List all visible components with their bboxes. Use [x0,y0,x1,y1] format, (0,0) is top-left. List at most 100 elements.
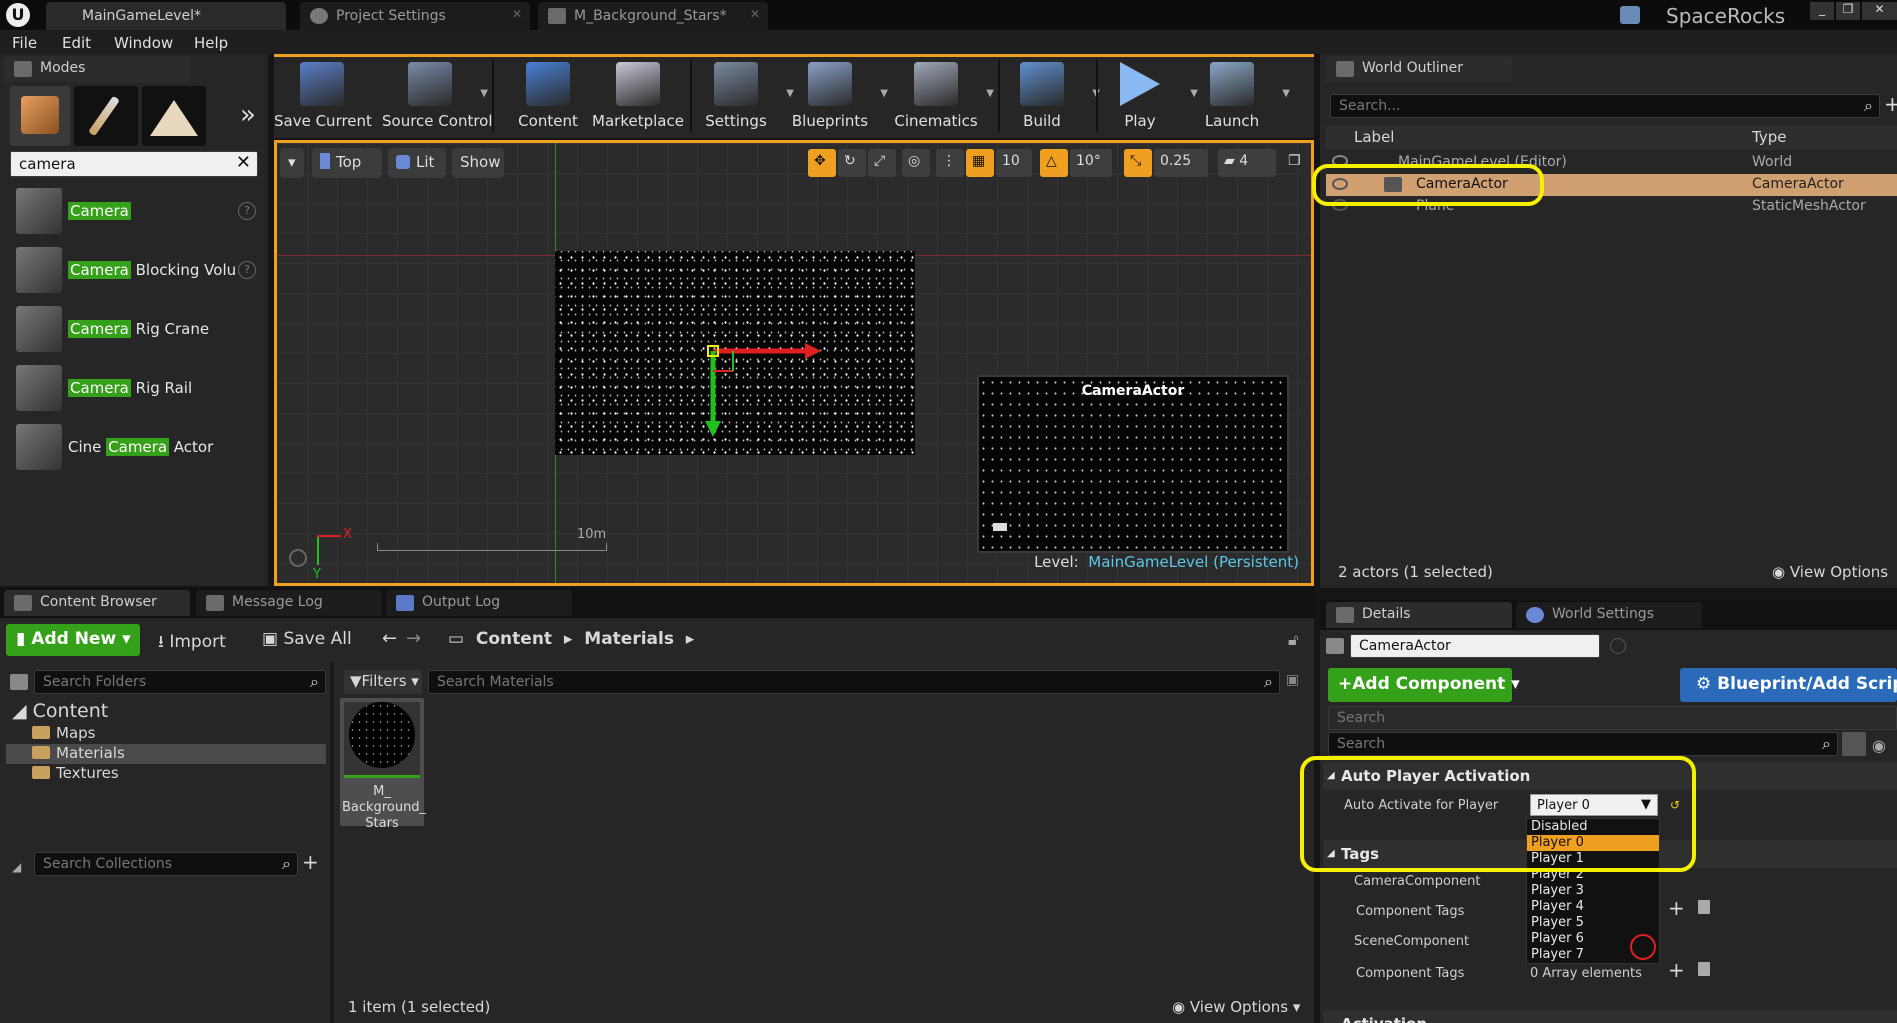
maximize-button[interactable]: ❐ [1836,2,1860,20]
modes-search-input[interactable]: camera ✕ [10,151,258,177]
rotate-tool-button[interactable]: ↻ [838,149,866,177]
add-actor-icon[interactable]: + [1884,92,1897,116]
tab-material[interactable]: M_Background_Stars* ✕ [538,2,768,30]
more-modes-icon[interactable]: » [240,100,256,130]
scale-snap-toggle[interactable]: ⤡ [1124,149,1152,177]
grid-snap-toggle[interactable]: ▦ [966,149,994,177]
component-search-input[interactable]: Search [1328,706,1897,730]
search-materials-input[interactable]: Search Materials ⌕ [428,670,1280,694]
trash-icon[interactable] [1698,900,1710,914]
tab-details[interactable]: Details [1326,602,1512,628]
details-view-options-icon[interactable]: ◉ [1872,736,1886,755]
save-search-icon[interactable]: ▣ [1286,672,1299,688]
add-element-icon[interactable]: + [1668,896,1685,920]
build-button[interactable]: Build▼ [994,58,1100,134]
surface-snap-button[interactable]: ⋮ [936,149,964,177]
search-collections-input[interactable]: Search Collections ⌕ [34,852,298,876]
outliner-search-input[interactable]: Search... ⌕ [1330,94,1880,118]
minimize-button[interactable]: _ [1810,2,1834,20]
tab-world-outliner[interactable]: World Outliner [1326,56,1512,82]
chevron-down-icon[interactable]: ▼ [480,88,488,99]
chevron-down-icon[interactable]: ▼ [880,88,888,99]
close-icon[interactable]: ✕ [512,7,522,21]
landscape-mode-button[interactable] [142,86,206,146]
chevron-down-icon[interactable]: ▼ [986,88,994,99]
blueprints-button[interactable]: Blueprints ▼ [782,58,888,134]
camera-speed-button[interactable]: ▰ 4 [1218,149,1276,177]
history-forward-icon[interactable]: → [406,628,421,649]
scale-snap-value[interactable]: 0.25 [1154,149,1208,177]
asset-tile[interactable]: M_ Background_ Stars [340,698,426,831]
mode-item-cine-camera-actor[interactable]: Cine Camera Actor [12,424,262,480]
launch-button[interactable]: Launch ▼ [1184,58,1290,134]
scale-tool-button[interactable]: ⤢ [868,149,896,177]
menu-file[interactable]: File [12,34,37,52]
property-matrix-icon[interactable] [1842,732,1866,756]
translate-tool-button[interactable]: ✥ [808,149,836,177]
splitter[interactable] [330,662,334,1023]
close-icon[interactable]: ✕ [750,7,760,21]
paint-mode-button[interactable] [74,86,138,146]
sources-toggle-icon[interactable] [10,674,28,690]
dropdown-option[interactable]: Player 3 [1527,883,1659,899]
details-search-input[interactable]: Search ⌕ [1328,732,1838,756]
rotation-snap-toggle[interactable]: △ [1040,149,1068,177]
settings-button[interactable]: Settings ▼ [688,58,794,134]
tab-main-level[interactable]: MainGameLevel* [46,2,286,30]
menu-window[interactable]: Window [114,34,173,52]
world-space-button[interactable]: ◎ [902,149,930,177]
content-view-options[interactable]: ◉ View Options ▾ [1172,998,1300,1016]
help-icon[interactable]: ? [238,261,256,279]
maximize-viewport-button[interactable]: ❐ [1282,149,1306,177]
mode-item-camera-rig-rail[interactable]: Camera Rig Rail [12,365,262,421]
lock-icon[interactable]: 🔓︎ [1288,630,1298,650]
actor-help-icon[interactable] [1610,638,1626,654]
mode-item-camera-blocking-volume[interactable]: Camera Blocking Volu ? [12,247,262,303]
save-current-button[interactable]: Save Current [274,58,372,134]
feedback-icon[interactable] [1620,6,1640,24]
add-collection-icon[interactable]: + [302,850,319,874]
save-all-button[interactable]: ▣ Save All [262,629,352,649]
tab-output-log[interactable]: Output Log [386,590,572,616]
rotation-snap-value[interactable]: 10° [1070,149,1112,177]
filters-button[interactable]: ▼Filters ▾ [344,670,422,694]
source-control-button[interactable]: Source Control ▼ [382,58,493,134]
show-button[interactable]: Show [452,148,504,178]
lit-button[interactable]: Lit [388,148,446,178]
tree-item-materials[interactable]: Materials [6,744,326,764]
col-type-header[interactable]: Type [1752,128,1786,146]
dropdown-option[interactable]: Player 4 [1527,899,1659,915]
trash-icon[interactable] [1698,962,1710,976]
mode-item-camera[interactable]: Camera ? [12,188,262,244]
tree-item-maps[interactable]: Maps [6,724,326,744]
clear-search-icon[interactable]: ✕ [236,152,251,173]
help-icon[interactable]: ? [238,202,256,220]
dropdown-option[interactable]: Player 5 [1527,915,1659,931]
cinematics-button[interactable]: Cinematics ▼ [888,58,994,134]
viewport-options-dropdown[interactable]: ▾ [280,148,304,178]
close-window-button[interactable]: ✕ [1862,2,1897,20]
actor-name-input[interactable]: CameraActor [1350,634,1600,658]
grid-snap-value[interactable]: 10 [996,149,1032,177]
refresh-icon[interactable] [1630,934,1656,960]
add-new-button[interactable]: ▮ Add New ▾ [6,624,140,656]
import-button[interactable]: ⭳ Import [158,629,226,658]
place-mode-button[interactable] [10,86,70,146]
add-component-button[interactable]: +Add Component ▾ [1328,668,1520,702]
blueprint-add-script-button[interactable]: ⚙ Blueprint/Add Script [1680,668,1897,702]
tab-message-log[interactable]: Message Log [196,590,382,616]
col-label-header[interactable]: Label [1354,128,1394,146]
outliner-view-options[interactable]: ◉ View Options [1772,563,1888,581]
tab-content-browser[interactable]: Content Browser [4,590,190,616]
section-activation[interactable]: Activation [1323,1010,1897,1023]
menu-help[interactable]: Help [194,34,228,52]
breadcrumb-materials[interactable]: Materials [584,629,674,649]
tree-item-textures[interactable]: Textures [6,764,326,784]
view-mode-top-button[interactable]: Top [312,148,382,178]
content-button[interactable]: Content [500,58,596,134]
chevron-down-icon[interactable]: ▼ [1282,88,1290,99]
breadcrumb-content[interactable]: Content [476,629,552,649]
marketplace-button[interactable]: Marketplace [590,58,686,134]
tab-project-settings[interactable]: Project Settings ✕ [300,2,530,30]
realtime-icon[interactable] [289,549,307,567]
